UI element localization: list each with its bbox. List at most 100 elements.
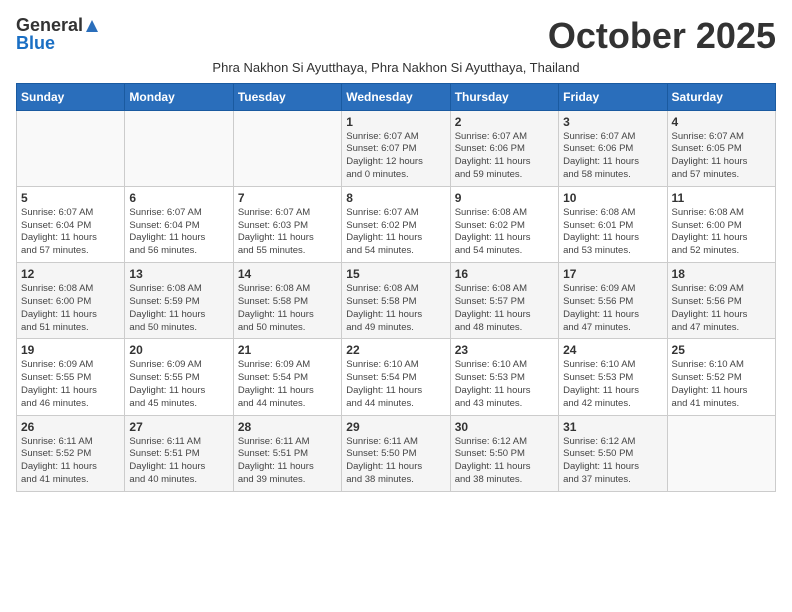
day-number: 20 [129,343,228,357]
subtitle: Phra Nakhon Si Ayutthaya, Phra Nakhon Si… [16,60,776,75]
day-info: Sunrise: 6:12 AMSunset: 5:50 PMDaylight:… [455,436,554,487]
day-number: 26 [21,420,120,434]
day-number: 24 [563,343,662,357]
day-info: Sunrise: 6:12 AMSunset: 5:50 PMDaylight:… [563,436,662,487]
day-info: Sunrise: 6:07 AMSunset: 6:04 PMDaylight:… [21,207,120,258]
day-number: 5 [21,191,120,205]
calendar-cell: 2 Sunrise: 6:07 AMSunset: 6:06 PMDaylight… [450,110,558,186]
day-info: Sunrise: 6:07 AMSunset: 6:02 PMDaylight:… [346,207,445,258]
day-number: 8 [346,191,445,205]
month-title: October 2025 [548,16,776,56]
calendar-cell: 17 Sunrise: 6:09 AMSunset: 5:56 PMDayligh… [559,263,667,339]
weekday-header-monday: Monday [125,83,233,110]
day-info: Sunrise: 6:11 AMSunset: 5:51 PMDaylight:… [129,436,228,487]
day-info: Sunrise: 6:07 AMSunset: 6:04 PMDaylight:… [129,207,228,258]
calendar-cell: 25 Sunrise: 6:10 AMSunset: 5:52 PMDayligh… [667,339,775,415]
calendar-cell: 20 Sunrise: 6:09 AMSunset: 5:55 PMDayligh… [125,339,233,415]
calendar-cell [125,110,233,186]
calendar-cell [17,110,125,186]
calendar-cell: 14Sunrise: 6:08 AMSunset: 5:58 PMDayligh… [233,263,341,339]
calendar-body: 1Sunrise: 6:07 AMSunset: 6:07 PMDaylight… [17,110,776,491]
day-number: 10 [563,191,662,205]
weekday-header-friday: Friday [559,83,667,110]
day-info: Sunrise: 6:08 AMSunset: 6:02 PMDaylight:… [455,207,554,258]
week-row: 1Sunrise: 6:07 AMSunset: 6:07 PMDaylight… [17,110,776,186]
calendar-cell: 21Sunrise: 6:09 AMSunset: 5:54 PMDayligh… [233,339,341,415]
calendar-cell: 9 Sunrise: 6:08 AMSunset: 6:02 PMDaylight… [450,186,558,262]
week-row: 26 Sunrise: 6:11 AMSunset: 5:52 PMDayligh… [17,415,776,491]
day-info: Sunrise: 6:07 AMSunset: 6:03 PMDaylight:… [238,207,337,258]
calendar-cell: 13 Sunrise: 6:08 AMSunset: 5:59 PMDayligh… [125,263,233,339]
day-number: 17 [563,267,662,281]
day-number: 25 [672,343,771,357]
calendar-cell: 27 Sunrise: 6:11 AMSunset: 5:51 PMDayligh… [125,415,233,491]
day-number: 29 [346,420,445,434]
day-info: Sunrise: 6:08 AMSunset: 6:00 PMDaylight:… [21,283,120,334]
calendar-cell: 5 Sunrise: 6:07 AMSunset: 6:04 PMDaylight… [17,186,125,262]
weekday-header-wednesday: Wednesday [342,83,450,110]
day-number: 30 [455,420,554,434]
calendar-cell: 31Sunrise: 6:12 AMSunset: 5:50 PMDayligh… [559,415,667,491]
logo: General Blue [16,16,101,54]
day-number: 28 [238,420,337,434]
day-info: Sunrise: 6:08 AMSunset: 6:01 PMDaylight:… [563,207,662,258]
day-info: Sunrise: 6:11 AMSunset: 5:50 PMDaylight:… [346,436,445,487]
calendar: SundayMondayTuesdayWednesdayThursdayFrid… [16,83,776,492]
day-info: Sunrise: 6:10 AMSunset: 5:53 PMDaylight:… [455,359,554,410]
calendar-cell: 15Sunrise: 6:08 AMSunset: 5:58 PMDayligh… [342,263,450,339]
day-number: 7 [238,191,337,205]
header-top: General Blue October 2025 [16,16,776,56]
day-info: Sunrise: 6:10 AMSunset: 5:52 PMDaylight:… [672,359,771,410]
calendar-cell: 19Sunrise: 6:09 AMSunset: 5:55 PMDayligh… [17,339,125,415]
calendar-cell: 26 Sunrise: 6:11 AMSunset: 5:52 PMDayligh… [17,415,125,491]
week-row: 12Sunrise: 6:08 AMSunset: 6:00 PMDayligh… [17,263,776,339]
day-info: Sunrise: 6:09 AMSunset: 5:56 PMDaylight:… [672,283,771,334]
day-info: Sunrise: 6:08 AMSunset: 5:59 PMDaylight:… [129,283,228,334]
day-info: Sunrise: 6:09 AMSunset: 5:54 PMDaylight:… [238,359,337,410]
calendar-cell: 23 Sunrise: 6:10 AMSunset: 5:53 PMDayligh… [450,339,558,415]
day-number: 19 [21,343,120,357]
day-number: 3 [563,115,662,129]
day-info: Sunrise: 6:09 AMSunset: 5:55 PMDaylight:… [129,359,228,410]
logo-blue: Blue [16,34,55,54]
day-info: Sunrise: 6:07 AMSunset: 6:07 PMDaylight:… [346,131,445,182]
calendar-cell: 30 Sunrise: 6:12 AMSunset: 5:50 PMDayligh… [450,415,558,491]
weekday-header-saturday: Saturday [667,83,775,110]
calendar-cell: 4 Sunrise: 6:07 AMSunset: 6:05 PMDaylight… [667,110,775,186]
day-info: Sunrise: 6:11 AMSunset: 5:52 PMDaylight:… [21,436,120,487]
weekday-header-row: SundayMondayTuesdayWednesdayThursdayFrid… [17,83,776,110]
calendar-cell: 6 Sunrise: 6:07 AMSunset: 6:04 PMDaylight… [125,186,233,262]
day-info: Sunrise: 6:10 AMSunset: 5:53 PMDaylight:… [563,359,662,410]
week-row: 5 Sunrise: 6:07 AMSunset: 6:04 PMDaylight… [17,186,776,262]
calendar-cell: 7 Sunrise: 6:07 AMSunset: 6:03 PMDaylight… [233,186,341,262]
calendar-cell: 24 Sunrise: 6:10 AMSunset: 5:53 PMDayligh… [559,339,667,415]
day-info: Sunrise: 6:07 AMSunset: 6:06 PMDaylight:… [455,131,554,182]
weekday-header-sunday: Sunday [17,83,125,110]
day-number: 13 [129,267,228,281]
day-info: Sunrise: 6:09 AMSunset: 5:56 PMDaylight:… [563,283,662,334]
day-info: Sunrise: 6:07 AMSunset: 6:06 PMDaylight:… [563,131,662,182]
day-info: Sunrise: 6:11 AMSunset: 5:51 PMDaylight:… [238,436,337,487]
calendar-cell: 12Sunrise: 6:08 AMSunset: 6:00 PMDayligh… [17,263,125,339]
day-info: Sunrise: 6:10 AMSunset: 5:54 PMDaylight:… [346,359,445,410]
weekday-header-thursday: Thursday [450,83,558,110]
day-number: 15 [346,267,445,281]
calendar-cell: 1Sunrise: 6:07 AMSunset: 6:07 PMDaylight… [342,110,450,186]
calendar-cell: 28 Sunrise: 6:11 AMSunset: 5:51 PMDayligh… [233,415,341,491]
day-number: 23 [455,343,554,357]
day-number: 11 [672,191,771,205]
day-number: 4 [672,115,771,129]
day-number: 6 [129,191,228,205]
calendar-cell: 10 Sunrise: 6:08 AMSunset: 6:01 PMDayligh… [559,186,667,262]
calendar-header: SundayMondayTuesdayWednesdayThursdayFrid… [17,83,776,110]
calendar-cell [667,415,775,491]
title-area: October 2025 [548,16,776,56]
day-number: 14 [238,267,337,281]
day-info: Sunrise: 6:07 AMSunset: 6:05 PMDaylight:… [672,131,771,182]
day-number: 2 [455,115,554,129]
day-number: 9 [455,191,554,205]
calendar-cell: 18Sunrise: 6:09 AMSunset: 5:56 PMDayligh… [667,263,775,339]
calendar-cell: 11 Sunrise: 6:08 AMSunset: 6:00 PMDayligh… [667,186,775,262]
day-info: Sunrise: 6:08 AMSunset: 6:00 PMDaylight:… [672,207,771,258]
day-number: 27 [129,420,228,434]
